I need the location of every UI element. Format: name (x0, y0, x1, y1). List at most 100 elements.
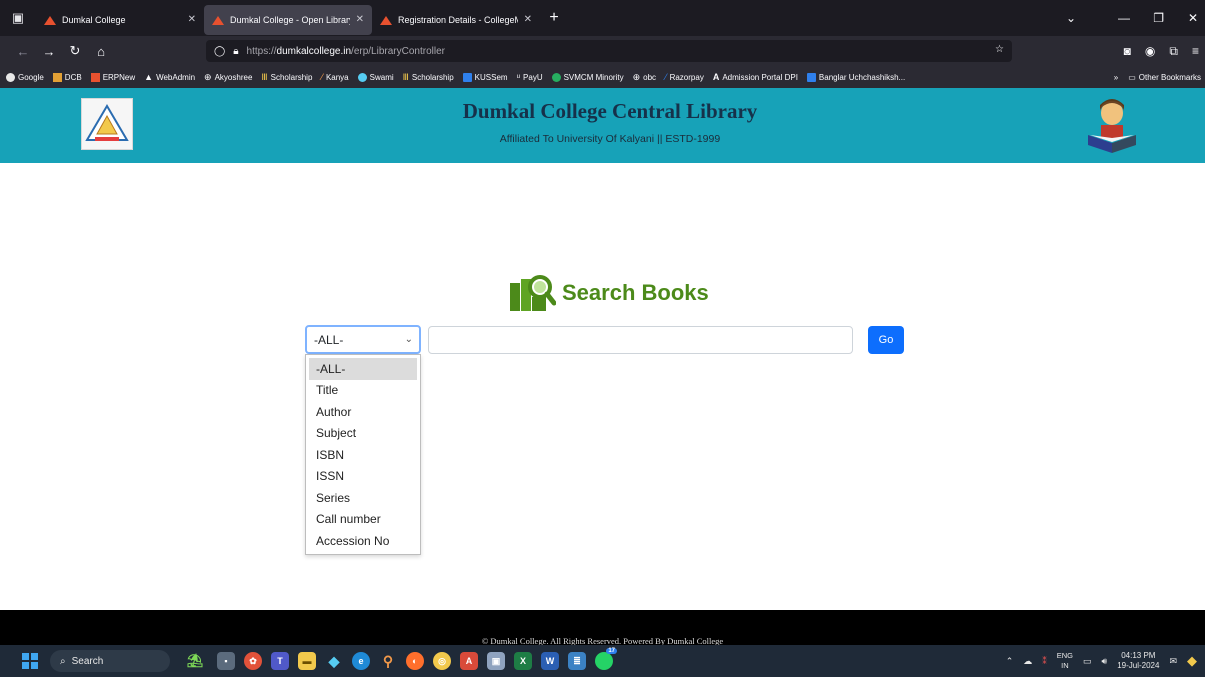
tab-open-library[interactable]: Dumkal College - Open Library ✕ (204, 4, 372, 35)
other-bookmarks[interactable]: ▭ Other Bookmarks (1128, 73, 1201, 82)
chevron-up-icon[interactable]: ⌃ (1006, 656, 1014, 667)
bookmark-kussem[interactable]: KUSSem (462, 72, 508, 82)
monitor-icon[interactable]: ▭ (1083, 656, 1092, 667)
bookmark-admission-portal[interactable]: A Admission Portal DPI (713, 72, 798, 82)
antivirus-icon[interactable]: ⁑ (1042, 656, 1047, 667)
access-icon[interactable]: A (460, 652, 478, 670)
pocket-icon[interactable]: ◙ (1124, 44, 1131, 58)
bookmark-scholarship[interactable]: Ⅲ Scholarship (261, 72, 312, 83)
search-field-select[interactable]: -ALL- ⌄ (305, 325, 421, 354)
search-heading-text: Search Books (562, 280, 709, 305)
tab-dumkal-college[interactable]: Dumkal College ✕ (36, 5, 204, 35)
windows-taskbar: ⌕ Search ⛱ ▪ ✿ T ▬ ◆ e ⚲ ◐ ◎ A ▣ X W ≣ 1… (0, 645, 1205, 677)
bookmark-razorpay[interactable]: ⁄ Razorpay (665, 72, 704, 82)
close-window-icon[interactable]: ✕ (1164, 11, 1198, 25)
option-series[interactable]: Series (309, 487, 417, 509)
lock-icon[interactable]: 🔒︎ (233, 46, 238, 57)
account-icon[interactable]: ◉ (1145, 44, 1155, 58)
bookmark-erpnew[interactable]: ERPNew (90, 72, 135, 82)
triangle-icon: ▲ (144, 72, 154, 82)
bookmark-svmcm[interactable]: SVMCM Minority (551, 72, 624, 82)
bookmark-star-icon[interactable]: ☆ (995, 44, 1004, 55)
tab-title: Dumkal College - Open Library (230, 14, 350, 25)
option-title[interactable]: Title (309, 380, 417, 402)
bookmark-webadmin[interactable]: ▲ WebAdmin (144, 72, 195, 82)
taskbar-clock[interactable]: 04:13 PM 19-Jul-2024 (1117, 651, 1159, 671)
site-title: Dumkal College Central Library (462, 99, 758, 123)
word-icon[interactable]: W (541, 652, 559, 670)
razorpay-icon: ⁄ (665, 72, 667, 82)
extensions-icon[interactable]: ⧉ (1169, 44, 1178, 59)
bookmark-obc[interactable]: ⊕ obc (633, 72, 656, 83)
excel-icon[interactable]: X (514, 652, 532, 670)
speaker-icon[interactable]: 🔊︎ (1102, 656, 1108, 667)
whatsapp-icon[interactable]: 17 (595, 648, 617, 670)
site-header: Dumkal College Central Library Affiliate… (0, 88, 1205, 163)
taskbar-search[interactable]: ⌕ Search (50, 650, 170, 672)
option-call-number[interactable]: Call number (309, 509, 417, 531)
kussem-icon (462, 72, 472, 82)
tab-title: Registration Details - CollegeM (398, 14, 518, 25)
tab-registration-details[interactable]: Registration Details - CollegeM ✕ (372, 5, 540, 35)
dev-app-icon[interactable]: ◆ (325, 652, 343, 670)
forward-icon[interactable]: → (36, 44, 62, 59)
cloud-icon[interactable]: ☁ (1023, 656, 1032, 667)
back-icon[interactable]: ← (10, 44, 36, 59)
search-input[interactable] (428, 326, 853, 354)
chevron-right-icon[interactable]: » (1114, 73, 1118, 82)
option-accession-no[interactable]: Accession No (309, 530, 417, 552)
url-text: https://dumkalcollege.in/erp/LibraryCont… (246, 45, 445, 57)
bookmark-scholarship-2[interactable]: Ⅲ Scholarship (403, 72, 454, 83)
college-favicon (212, 15, 224, 25)
close-icon[interactable]: ✕ (356, 14, 364, 25)
bookmark-kanya[interactable]: ⁄ Kanya (321, 72, 348, 82)
folder-icon: ▭ (1128, 72, 1136, 82)
option-issn[interactable]: ISSN (309, 466, 417, 488)
search-books-heading: Search Books (508, 272, 709, 314)
copilot-icon[interactable]: ◆ (1187, 653, 1197, 669)
bookmark-dcb[interactable]: DCB (52, 72, 82, 82)
restore-icon[interactable]: ❐ (1130, 11, 1164, 25)
shield-icon[interactable]: ◯ (214, 46, 225, 57)
home-icon[interactable]: ⌂ (88, 44, 114, 59)
option-isbn[interactable]: ISBN (309, 444, 417, 466)
widgets-icon[interactable]: ✿ (244, 652, 262, 670)
reload-icon[interactable]: ↻ (62, 43, 88, 59)
menu-icon[interactable]: ≡ (1192, 44, 1199, 58)
bookmark-payu[interactable]: ᵘ PayU (517, 72, 543, 82)
kanya-icon: ⁄ (321, 72, 323, 82)
bookmark-akyoshree[interactable]: ⊕ Akyoshree (204, 72, 252, 83)
globe-icon: ⊕ (632, 71, 641, 82)
option-author[interactable]: Author (309, 401, 417, 423)
windows-start-icon[interactable] (22, 653, 38, 669)
firefox-icon[interactable]: ◐ (406, 652, 424, 670)
file-explorer-icon[interactable]: ▬ (298, 652, 316, 670)
svmcm-icon (551, 72, 561, 82)
teams-icon[interactable]: T (271, 652, 289, 670)
bookmark-google[interactable]: Google (6, 72, 44, 82)
new-tab-button[interactable]: + (540, 9, 568, 27)
edge-icon[interactable]: e (352, 652, 370, 670)
notification-icon[interactable]: ✉ (1169, 656, 1177, 667)
minimize-icon[interactable]: — (1084, 11, 1130, 25)
close-icon[interactable]: ✕ (524, 14, 532, 25)
notepad-icon[interactable]: ≣ (568, 652, 586, 670)
go-button[interactable]: Go (868, 326, 904, 354)
chevron-down-icon[interactable]: ⌄ (1058, 11, 1084, 25)
bookmark-banglar[interactable]: Banglar Uchchashiksh... (806, 72, 905, 82)
language-indicator[interactable]: ENG IN (1057, 651, 1073, 671)
bookmark-swami[interactable]: Swami (357, 72, 394, 82)
weather-icon[interactable]: ⛱ (182, 652, 208, 670)
option-subject[interactable]: Subject (309, 423, 417, 445)
remote-desktop-icon[interactable]: ▣ (487, 652, 505, 670)
chrome-icon[interactable]: ◎ (433, 652, 451, 670)
browser-tab-bar: ▣ Dumkal College ✕ Dumkal College - Open… (0, 0, 1205, 36)
search-field-dropdown: -ALL- Title Author Subject ISBN ISSN Ser… (305, 354, 421, 555)
search-app-icon[interactable]: ⚲ (379, 652, 397, 670)
option-all[interactable]: -ALL- (309, 358, 417, 380)
tab-list-icon[interactable]: ▣ (0, 0, 36, 36)
task-view-icon[interactable]: ▪ (217, 652, 235, 670)
close-icon[interactable]: ✕ (188, 14, 196, 25)
address-bar[interactable]: ◯ 🔒︎ https://dumkalcollege.in/erp/Librar… (206, 40, 1012, 62)
bookmarks-bar: Google DCB ERPNew ▲ WebAdmin ⊕ Akyoshree Ⅲ… (0, 66, 1205, 88)
